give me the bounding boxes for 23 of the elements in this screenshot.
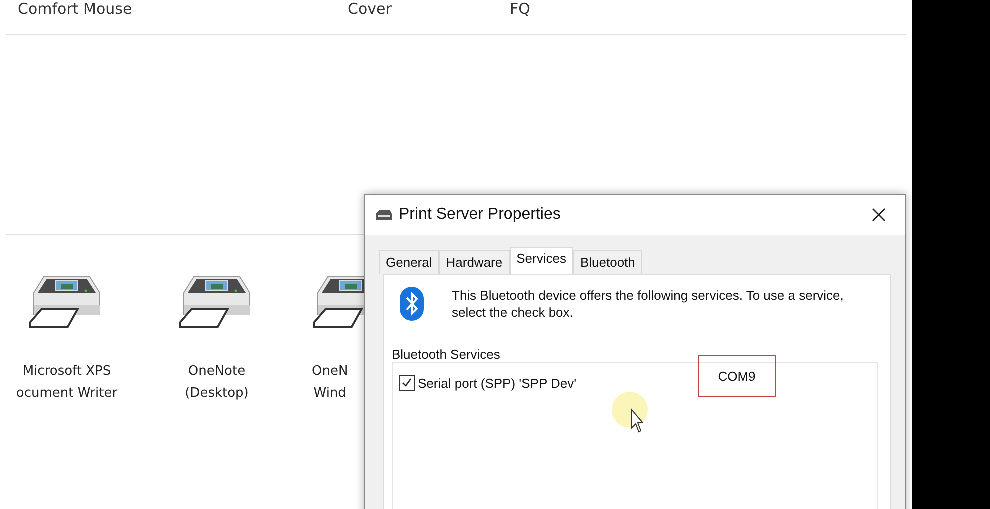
printer-icon xyxy=(375,209,393,221)
tab[interactable]: General xyxy=(379,250,440,274)
device-label: Cover xyxy=(348,0,393,20)
tab[interactable]: Hardware xyxy=(439,250,510,274)
tab[interactable]: Services xyxy=(510,247,574,274)
device-label[interactable]: Microsoft XPS xyxy=(22,361,112,383)
device-label[interactable]: OneNote xyxy=(188,361,246,383)
description-text: This Bluetooth device offers the following services. To use a service, select the check box. xyxy=(452,287,845,321)
window-title: Print Server Properties xyxy=(399,206,562,224)
bluetooth-icon xyxy=(400,287,424,321)
device-label[interactable]: ocument Writer xyxy=(16,383,118,405)
close-icon xyxy=(872,208,886,222)
device-label[interactable]: Wind xyxy=(314,383,346,405)
device-label[interactable]: (Desktop) xyxy=(185,383,249,405)
com-port-label: COM9 xyxy=(698,355,776,397)
check-icon xyxy=(401,377,413,389)
service-label[interactable]: Serial port (SPP) 'SPP Dev' xyxy=(418,376,698,390)
tab[interactable]: Bluetooth xyxy=(573,250,642,274)
device-label[interactable]: OneN xyxy=(312,361,348,383)
device-label: FQ xyxy=(510,0,530,20)
device-label: Comfort Mouse xyxy=(18,0,134,20)
group-label: Bluetooth Services xyxy=(392,347,502,362)
checkbox[interactable] xyxy=(399,375,415,391)
